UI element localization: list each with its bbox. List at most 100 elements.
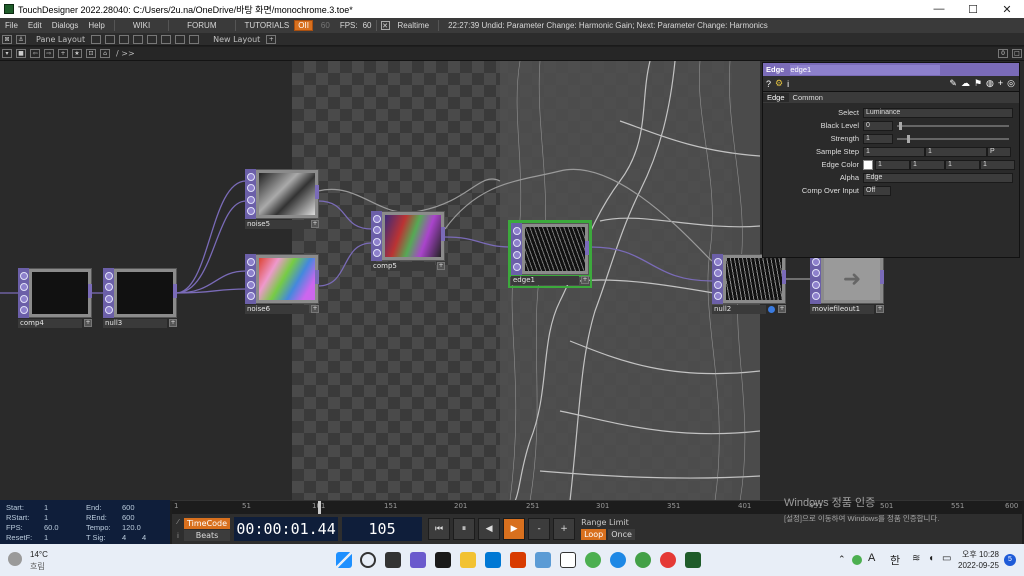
weather-desc[interactable]: 흐림 xyxy=(30,561,45,572)
viewer-flag[interactable]: + xyxy=(84,319,92,327)
pane-layout-label[interactable]: Pane Layout xyxy=(36,35,85,44)
node-controls[interactable] xyxy=(371,211,382,261)
chrome-profile-icon[interactable] xyxy=(635,552,651,568)
output-connector[interactable] xyxy=(173,284,177,298)
timeline-playhead[interactable] xyxy=(318,501,321,515)
language-icon[interactable]: ⚑ xyxy=(974,78,982,89)
viewer-flag[interactable]: + xyxy=(876,305,884,313)
layout-2-icon[interactable] xyxy=(105,34,116,44)
edge-color-b[interactable]: 1 xyxy=(945,159,980,170)
node-controls[interactable] xyxy=(810,254,821,304)
notification-badge[interactable]: 5 xyxy=(1004,554,1016,566)
layout-1-icon[interactable] xyxy=(91,34,102,44)
forward-icon[interactable]: ⇨ xyxy=(44,49,54,58)
battery-icon[interactable]: ▭ xyxy=(942,553,951,564)
layout-4-icon[interactable] xyxy=(133,34,144,44)
viewer-flag[interactable]: + xyxy=(311,220,319,228)
python-help-icon[interactable]: ⚙ xyxy=(775,78,783,89)
tray-app-icon[interactable] xyxy=(852,555,862,565)
node-comp4[interactable]: comp4 + xyxy=(18,268,94,328)
rend-value[interactable]: 600 xyxy=(122,513,135,522)
tab-common[interactable]: Common xyxy=(789,93,827,102)
path-menu-icon[interactable]: ▾ xyxy=(2,49,12,58)
menu-edit[interactable]: Edit xyxy=(23,21,47,30)
tab-edge[interactable]: Edge xyxy=(763,93,789,102)
tsig-denominator[interactable]: 4 xyxy=(142,533,146,542)
time-display[interactable]: 00:00:01.44 xyxy=(234,517,339,541)
edge-color-r[interactable]: 1 xyxy=(875,159,910,170)
add-op-icon[interactable]: + xyxy=(58,49,68,58)
viewer-flag[interactable]: + xyxy=(169,319,177,327)
tempo-value[interactable]: 120.0 xyxy=(122,523,141,532)
rstart-value[interactable]: 1 xyxy=(44,513,48,522)
pane-link-icon[interactable]: ⊡ xyxy=(86,49,96,58)
frame-display[interactable]: 105 xyxy=(342,517,423,541)
node-noise6[interactable]: noise6 + xyxy=(245,254,321,314)
edge-color-swatch[interactable] xyxy=(863,159,873,170)
layout-7-icon[interactable] xyxy=(175,34,186,44)
rewind-button[interactable]: ⏮ xyxy=(428,518,451,540)
output-connector[interactable] xyxy=(585,241,589,255)
edge-color-g[interactable]: 1 xyxy=(910,159,945,170)
notion-icon[interactable] xyxy=(560,552,576,568)
edit-icon[interactable]: ✎ xyxy=(949,78,957,89)
tutorials-link[interactable]: TUTORIALS xyxy=(240,21,295,30)
reverse-play-button[interactable]: ◀ xyxy=(478,518,501,540)
sample-step-y[interactable]: 1 xyxy=(925,146,987,157)
forum-link[interactable]: FORUM xyxy=(173,21,230,30)
node-edge1[interactable]: edge1 + xyxy=(508,220,595,288)
node-controls[interactable] xyxy=(103,268,114,318)
wifi-icon[interactable]: ≋ xyxy=(912,553,920,564)
edit-timeline-icon[interactable]: ⁄ xyxy=(177,518,178,526)
teams-chat-icon[interactable] xyxy=(410,552,426,568)
viewer-flag[interactable]: + xyxy=(581,276,589,284)
chrome-profile-2-icon[interactable] xyxy=(660,552,676,568)
viewer-flag[interactable]: + xyxy=(311,305,319,313)
minimize-button[interactable]: — xyxy=(922,0,956,18)
pane-counter[interactable]: 0 xyxy=(998,49,1008,58)
oii-badge[interactable]: OII xyxy=(294,20,313,31)
timeline-info-icon[interactable]: i xyxy=(177,532,179,540)
output-connector[interactable] xyxy=(880,270,884,284)
slider-knob[interactable] xyxy=(899,121,902,130)
search-icon[interactable] xyxy=(360,552,376,568)
layout-6-icon[interactable] xyxy=(161,34,172,44)
output-connector[interactable] xyxy=(441,227,445,241)
strength-slider[interactable] xyxy=(897,134,1009,143)
comp-over-input-toggle[interactable]: Off xyxy=(863,185,891,196)
loop-button[interactable]: Loop xyxy=(581,529,607,540)
output-connector[interactable] xyxy=(782,270,786,284)
pane-split-icon[interactable]: ⊠ xyxy=(2,34,12,44)
node-null2[interactable]: null2 + xyxy=(712,254,788,314)
beats-button[interactable]: Beats xyxy=(184,529,231,541)
node-comp5[interactable]: comp5 + xyxy=(371,211,447,271)
back-icon[interactable]: ⇦ xyxy=(30,49,40,58)
menu-help[interactable]: Help xyxy=(83,21,109,30)
edge-color-a[interactable]: 1 xyxy=(980,159,1015,170)
maximize-button[interactable]: ☐ xyxy=(956,0,990,18)
start-value[interactable]: 1 xyxy=(44,503,48,512)
weather-icon[interactable] xyxy=(8,552,22,566)
touchdesigner-taskbar-icon[interactable] xyxy=(685,552,701,568)
node-controls[interactable] xyxy=(511,223,522,275)
wiki-link[interactable]: WIKI xyxy=(119,21,164,30)
op-name-field[interactable] xyxy=(790,64,941,75)
pause-button[interactable]: ⏸ xyxy=(453,518,476,540)
weather-temp[interactable]: 14°C xyxy=(30,550,48,559)
office-icon[interactable] xyxy=(510,552,526,568)
output-connector[interactable] xyxy=(88,284,92,298)
sample-step-menu[interactable]: P xyxy=(987,146,1011,157)
task-view-icon[interactable] xyxy=(385,552,401,568)
close-button[interactable]: ✕ xyxy=(990,0,1024,18)
node-null3[interactable]: null3 + xyxy=(103,268,179,328)
python-icon[interactable]: ◍ xyxy=(986,78,994,89)
chrome-icon[interactable] xyxy=(585,552,601,568)
node-moviefileout1[interactable]: ➜ moviefileout1 + xyxy=(810,254,886,314)
layout-3-icon[interactable] xyxy=(119,34,130,44)
step-forward-button[interactable]: + xyxy=(553,518,576,540)
bookmark-icon[interactable]: ★ xyxy=(72,49,82,58)
netflix-icon[interactable] xyxy=(435,552,451,568)
realtime-checkbox[interactable]: ✕ xyxy=(380,21,390,30)
black-level-field[interactable]: 0 xyxy=(863,120,893,131)
node-noise5[interactable]: noise5 + xyxy=(245,169,321,229)
